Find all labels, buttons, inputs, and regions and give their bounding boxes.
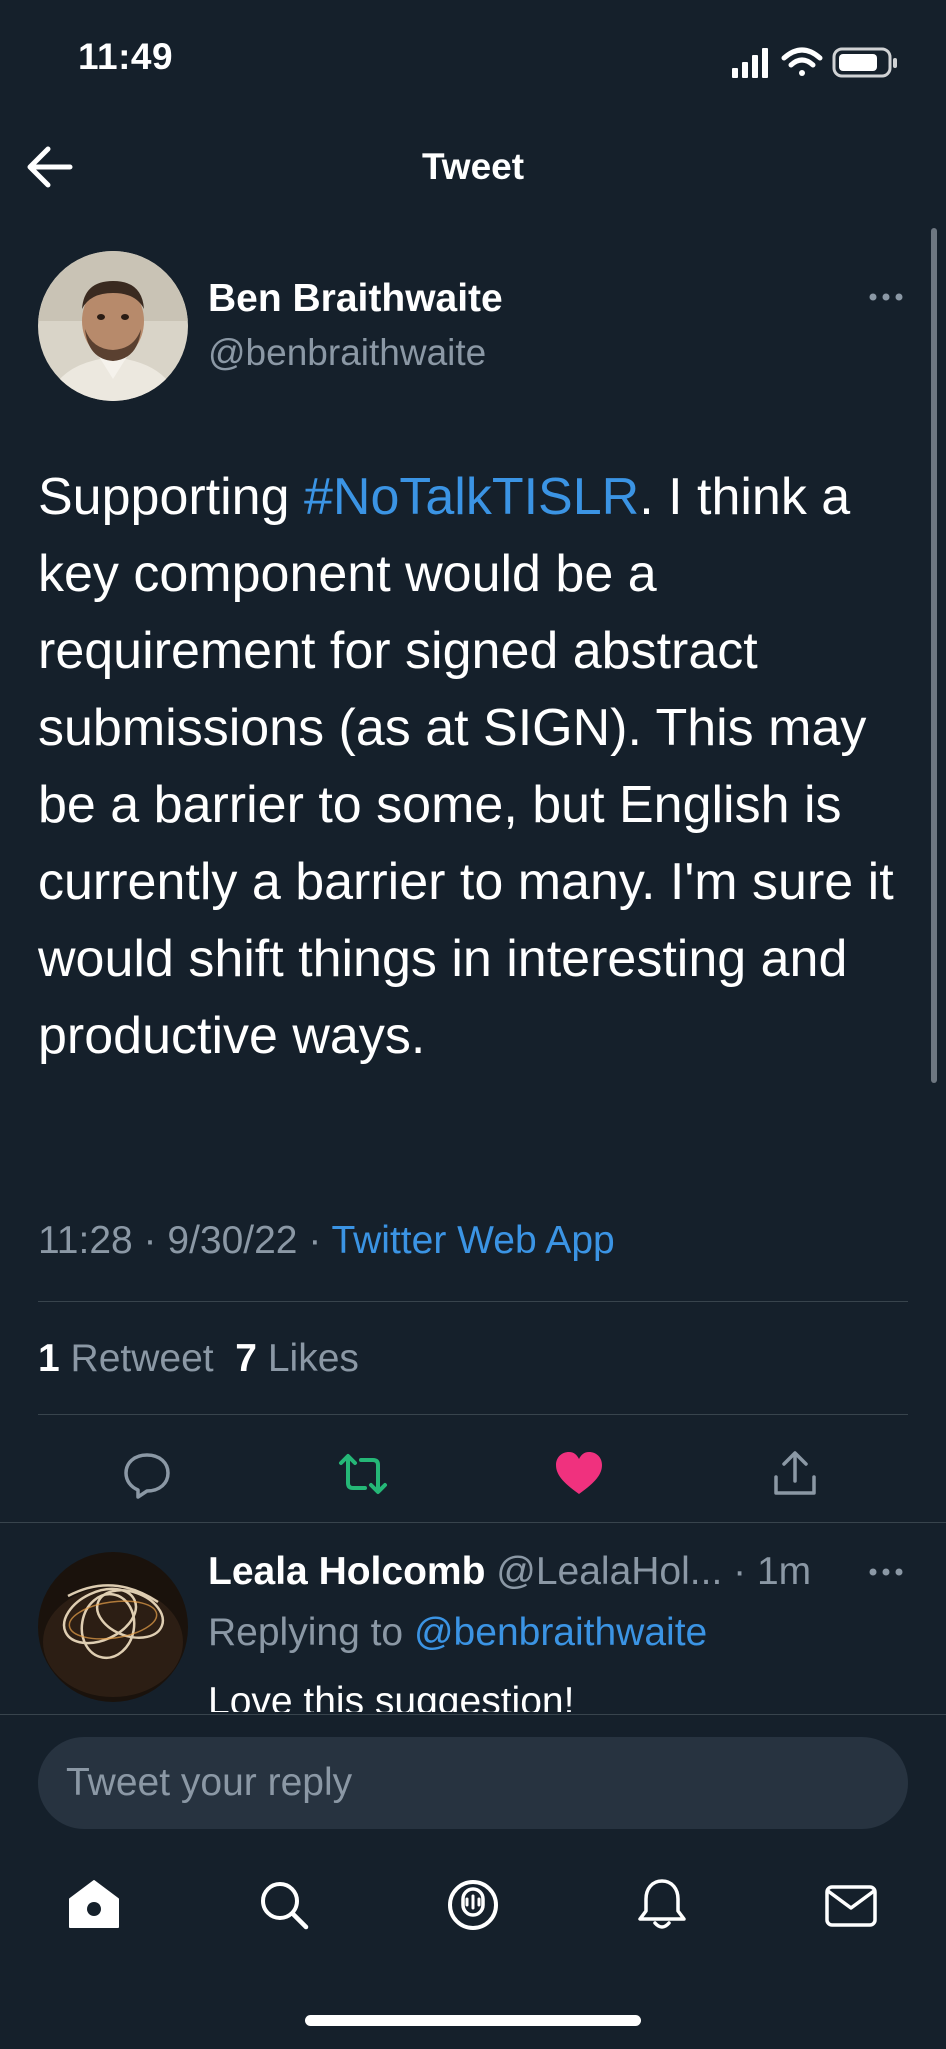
reply-text: Love this suggestion!	[208, 1680, 575, 1712]
reply-header: Leala Holcomb @LealaHol... · 1m	[208, 1550, 812, 1593]
reply-time: 1m	[756, 1550, 812, 1593]
avatar[interactable]	[38, 251, 188, 401]
hashtag-link[interactable]: #NoTalkTISLR	[304, 468, 639, 526]
home-indicator[interactable]	[305, 2015, 641, 2026]
tweet-text: Supporting #NoTalkTISLR. I think a key c…	[38, 459, 918, 1075]
replying-prefix: Replying to	[208, 1611, 404, 1654]
reply-avatar[interactable]	[38, 1552, 188, 1702]
retweets-link[interactable]: 1 Retweet	[38, 1337, 214, 1380]
wifi-icon	[781, 47, 823, 76]
tweet-meta: 11:28 · 9/30/22 · Twitter Web App	[38, 1219, 615, 1262]
avatar-image	[38, 1552, 188, 1702]
reply-input[interactable]	[38, 1737, 908, 1829]
status-time: 11:49	[78, 36, 174, 77]
divider	[0, 1522, 946, 1523]
author-name[interactable]: Ben Braithwaite	[208, 277, 503, 321]
retweet-label: Retweet	[70, 1337, 214, 1380]
likes-link[interactable]: 7 Likes	[235, 1337, 359, 1380]
author-handle[interactable]: @benbraithwaite	[208, 332, 486, 374]
tweet-text-rest: . I think a key component would be a req…	[38, 468, 894, 1065]
messages-icon[interactable]	[821, 1875, 881, 1935]
divider	[38, 1414, 908, 1415]
share-icon[interactable]	[768, 1447, 822, 1501]
divider	[38, 1301, 908, 1302]
page-title: Tweet	[421, 146, 525, 187]
reply-more-options-icon[interactable]	[866, 1558, 906, 1586]
battery-icon	[832, 47, 897, 78]
retweet-count: 1	[38, 1337, 60, 1380]
status-icons	[732, 47, 897, 78]
search-icon[interactable]	[254, 1875, 314, 1935]
more-options-icon[interactable]	[866, 283, 906, 311]
tweet-date: 9/30/22	[167, 1219, 298, 1262]
reply-author-handle[interactable]: @LealaHol...	[496, 1550, 722, 1593]
like-count: 7	[235, 1337, 257, 1380]
tweet-text-start: Supporting	[38, 468, 304, 526]
like-label: Likes	[267, 1337, 359, 1380]
home-icon[interactable]	[64, 1875, 124, 1935]
spaces-icon[interactable]	[443, 1875, 503, 1935]
reply-icon[interactable]	[120, 1447, 174, 1501]
retweet-icon[interactable]	[336, 1447, 390, 1501]
reply-author-name[interactable]: Leala Holcomb	[208, 1550, 485, 1593]
signal-icon	[732, 48, 768, 78]
tweet-time: 11:28	[38, 1219, 133, 1262]
tweet-source-link[interactable]: Twitter Web App	[331, 1219, 614, 1262]
tweet-stats: 1 Retweet 7 Likes	[38, 1337, 359, 1381]
scrollbar[interactable]	[931, 228, 937, 1083]
replying-to: Replying to @benbraithwaite	[208, 1611, 707, 1655]
notifications-icon[interactable]	[632, 1875, 692, 1935]
like-heart-icon[interactable]	[552, 1447, 606, 1501]
avatar-image	[38, 251, 188, 401]
replying-to-mention[interactable]: @benbraithwaite	[414, 1611, 707, 1654]
